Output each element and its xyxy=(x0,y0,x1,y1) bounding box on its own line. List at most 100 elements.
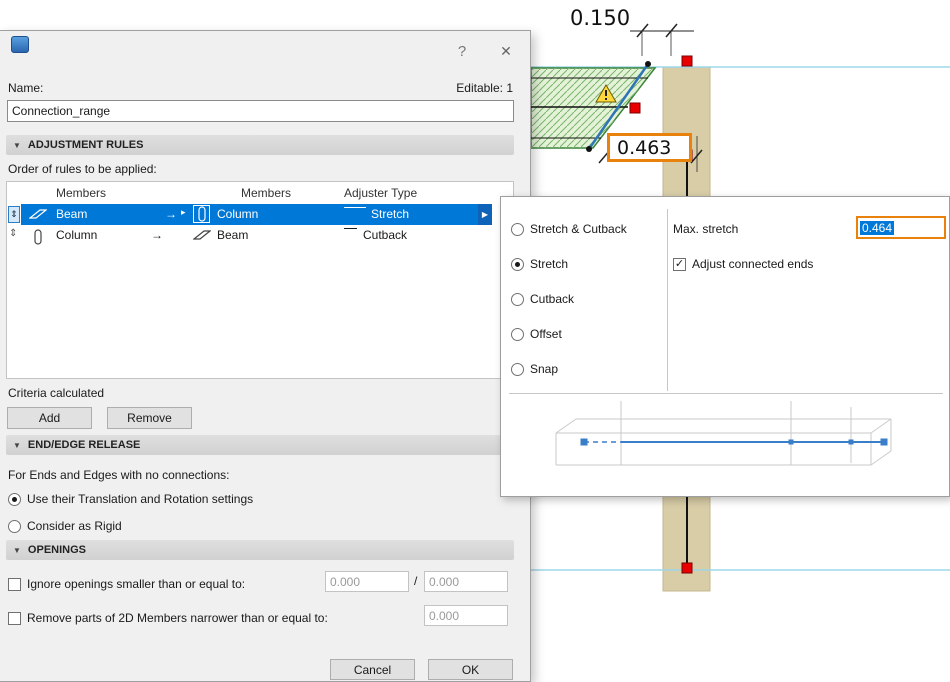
radio-icon[interactable] xyxy=(8,492,21,506)
radio-offset[interactable]: Offset xyxy=(511,324,562,344)
table-row[interactable]: Column → Beam Cutback xyxy=(7,225,478,246)
chevron-down-icon: ▼ xyxy=(13,140,21,150)
check-icon: ✓ xyxy=(674,257,685,270)
radio-translation-rotation[interactable]: Use their Translation and Rotation setti… xyxy=(8,489,253,509)
checkbox-label: Adjust connected ends xyxy=(692,257,814,271)
beam-icon xyxy=(29,209,47,219)
arrow-icon: → xyxy=(165,207,177,221)
horizontal-divider xyxy=(509,393,943,394)
radio-icon[interactable] xyxy=(511,292,524,306)
line-sample-icon xyxy=(344,207,366,208)
row-expander-button[interactable]: ▶ xyxy=(478,204,492,225)
name-input[interactable]: Connection_range xyxy=(7,100,514,122)
expander-icon: ▶ xyxy=(481,210,489,219)
axis-endpoint[interactable] xyxy=(645,61,651,67)
connection-settings-dialog: ? ✕ Name: Editable: 1 Connection_range ▼… xyxy=(0,30,531,682)
section-label: ADJUSTMENT RULES xyxy=(27,139,144,151)
radio-stretch[interactable]: Stretch xyxy=(511,254,568,274)
adjuster-type-popup: Stretch & Cutback Stretch Cutback Offset… xyxy=(500,196,950,497)
line-sample-icon xyxy=(344,228,357,229)
selection-handle[interactable] xyxy=(629,102,641,114)
section-label: OPENINGS xyxy=(27,544,86,556)
arrow-icon: → xyxy=(151,228,163,242)
criteria-calculated-label: Criteria calculated xyxy=(8,386,105,400)
vertical-divider xyxy=(667,209,668,391)
radio-snap[interactable]: Snap xyxy=(511,359,558,379)
selection-handle[interactable] xyxy=(681,55,693,67)
editable-count: Editable: 1 xyxy=(456,81,513,95)
ignore-height-input[interactable]: 0.000 xyxy=(424,571,508,592)
radio-label: Stretch & Cutback xyxy=(530,222,627,236)
slash-separator: / xyxy=(414,574,418,588)
radio-cutback[interactable]: Cutback xyxy=(511,289,574,309)
member-label: Beam xyxy=(217,228,249,242)
radio-label: Offset xyxy=(530,327,562,341)
col-members-1: Members xyxy=(56,186,107,200)
ok-button[interactable]: OK xyxy=(428,659,513,680)
checkbox-adjust-connected-ends[interactable]: ✓ Adjust connected ends xyxy=(673,254,813,274)
preview-axis-node xyxy=(848,439,854,445)
max-stretch-value: 0.464 xyxy=(860,220,895,235)
max-stretch-input[interactable]: 0.464 xyxy=(856,216,946,239)
preview-axis-node xyxy=(788,439,794,445)
radio-icon[interactable] xyxy=(511,327,524,341)
help-button[interactable]: ? xyxy=(450,40,474,62)
radio-label: Cutback xyxy=(530,292,575,306)
checkbox-remove-narrow[interactable]: Remove parts of 2D Members narrower than… xyxy=(8,608,328,628)
app-icon xyxy=(11,36,29,53)
section-adjustment-rules[interactable]: ▼ ADJUSTMENT RULES xyxy=(6,135,514,155)
checkbox-icon-checked[interactable]: ✓ xyxy=(673,257,686,271)
ignore-width-input[interactable]: 0.000 xyxy=(325,571,409,592)
member-label: Beam xyxy=(56,207,88,221)
radio-label: Consider as Rigid xyxy=(27,519,122,533)
selection-handle[interactable] xyxy=(681,562,693,574)
row-drag-handle[interactable]: ⇕ xyxy=(8,206,20,223)
dimension-value-top: 0.150 xyxy=(570,6,631,30)
warning-exclaim xyxy=(605,90,607,96)
checkbox-icon[interactable] xyxy=(8,611,21,625)
column-icon xyxy=(34,229,42,245)
narrow-width-input[interactable]: 0.000 xyxy=(424,605,508,626)
checkbox-icon[interactable] xyxy=(8,577,21,591)
cancel-button[interactable]: Cancel xyxy=(330,659,415,680)
member-label: Column xyxy=(56,228,98,242)
checkbox-ignore-openings[interactable]: Ignore openings smaller than or equal to… xyxy=(8,574,245,594)
dimension-text: 0.463 xyxy=(617,136,672,159)
end-edge-description: For Ends and Edges with no connections: xyxy=(8,468,230,482)
axis-endpoint[interactable] xyxy=(586,146,592,152)
input-value: 0.000 xyxy=(429,608,460,623)
rules-table: Members Members Adjuster Type ⇕ Beam → ▸… xyxy=(6,181,514,379)
radio-label: Snap xyxy=(530,362,559,376)
radio-icon[interactable] xyxy=(511,222,524,236)
radio-icon[interactable] xyxy=(511,257,524,271)
input-value: 0.000 xyxy=(429,574,460,589)
checkbox-label: Remove parts of 2D Members narrower than… xyxy=(27,611,328,625)
name-label: Name: xyxy=(8,81,44,95)
radio-icon[interactable] xyxy=(8,519,21,533)
radio-icon[interactable] xyxy=(511,362,524,376)
col-members-2: Members xyxy=(241,186,292,200)
max-stretch-label: Max. stretch xyxy=(673,222,739,236)
add-button[interactable]: Add xyxy=(7,407,92,429)
adjuster-label: Cutback xyxy=(363,228,408,242)
stretch-preview-diagram xyxy=(555,401,892,466)
radio-consider-rigid[interactable]: Consider as Rigid xyxy=(8,516,122,536)
col-adjuster-type: Adjuster Type xyxy=(344,186,418,200)
checkbox-label: Ignore openings smaller than or equal to… xyxy=(27,577,246,591)
adjuster-label: Stretch xyxy=(371,207,410,221)
section-openings[interactable]: ▼ OPENINGS xyxy=(6,540,514,560)
name-input-value: Connection_range xyxy=(12,104,111,118)
order-of-rules-label: Order of rules to be applied: xyxy=(8,162,157,176)
radio-stretch-cutback[interactable]: Stretch & Cutback xyxy=(511,219,627,239)
close-button[interactable]: ✕ xyxy=(494,40,518,62)
preview-axis-endpoint xyxy=(880,438,888,446)
column-icon xyxy=(197,206,206,222)
preview-axis-endpoint xyxy=(580,438,588,446)
section-end-edge-release[interactable]: ▼ END/EDGE RELEASE xyxy=(6,435,514,455)
column-icon-box xyxy=(193,205,210,223)
remove-button[interactable]: Remove xyxy=(107,407,192,429)
dimension-value-selected[interactable]: 0.463 xyxy=(607,133,692,162)
table-row-selected[interactable]: Beam → ▸ Column Stretch xyxy=(21,204,478,225)
radio-label: Stretch xyxy=(530,257,569,271)
chevron-down-icon: ▼ xyxy=(13,545,21,555)
